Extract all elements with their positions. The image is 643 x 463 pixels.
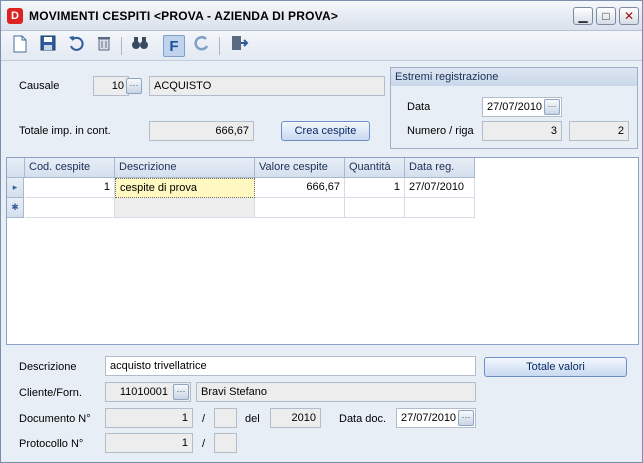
numero-riga-label: Numero / riga bbox=[407, 125, 474, 137]
estremi-title: Estremi registrazione bbox=[391, 68, 637, 86]
documento-slash: / bbox=[202, 413, 206, 425]
app-icon: D bbox=[7, 8, 23, 24]
descrizione-label: Descrizione bbox=[19, 361, 77, 373]
data-picker-button[interactable]: ··· bbox=[544, 99, 560, 115]
row-indicator[interactable]: ▸ bbox=[7, 178, 24, 198]
toolbar-separator bbox=[121, 37, 122, 55]
riga-field: 2 bbox=[569, 121, 629, 141]
del-label: del bbox=[245, 413, 260, 425]
exit-icon[interactable] bbox=[229, 35, 251, 57]
cespiti-grid: Cod. cespite Descrizione Valore cespite … bbox=[6, 157, 639, 345]
documento-label: Documento N° bbox=[19, 413, 91, 425]
save-icon[interactable] bbox=[37, 35, 59, 57]
column-header-data-reg[interactable]: Data reg. bbox=[405, 158, 475, 178]
protocollo-num-field[interactable]: 1 bbox=[105, 433, 193, 453]
cell-quantita[interactable]: 1 bbox=[345, 178, 405, 198]
causale-code-field[interactable]: 10 bbox=[93, 76, 129, 96]
column-header-descrizione[interactable]: Descrizione bbox=[115, 158, 255, 178]
undo-icon[interactable] bbox=[65, 35, 87, 57]
new-cell-data-reg[interactable] bbox=[405, 198, 475, 218]
crea-cespite-button[interactable]: Crea cespite bbox=[281, 121, 370, 141]
delete-icon[interactable] bbox=[93, 35, 115, 57]
data-doc-picker-button[interactable]: ··· bbox=[458, 410, 474, 426]
maximize-button[interactable]: □ bbox=[596, 7, 616, 25]
refresh-icon[interactable] bbox=[191, 35, 213, 57]
main-window: D MOVIMENTI CESPITI <PROVA - AZIENDA DI … bbox=[0, 0, 643, 463]
totale-label: Totale imp. in cont. bbox=[19, 125, 111, 137]
totale-field: 666,67 bbox=[149, 121, 254, 141]
column-header-valore[interactable]: Valore cespite bbox=[255, 158, 345, 178]
data-label: Data bbox=[407, 101, 431, 113]
new-cell-valore[interactable] bbox=[255, 198, 345, 218]
cliente-label: Cliente/Forn. bbox=[19, 387, 82, 399]
documento-num-field[interactable]: 1 bbox=[105, 408, 193, 428]
data-doc-label: Data doc. bbox=[339, 413, 387, 425]
close-button[interactable]: ✕ bbox=[619, 7, 639, 25]
new-cell-descrizione[interactable] bbox=[115, 198, 255, 218]
documento-anno-field[interactable]: 2010 bbox=[270, 408, 321, 428]
cliente-lookup-button[interactable]: ··· bbox=[173, 384, 189, 400]
new-row-indicator[interactable]: ✱ bbox=[7, 198, 24, 218]
causale-lookup-button[interactable]: ··· bbox=[126, 78, 142, 94]
window-title: MOVIMENTI CESPITI <PROVA - AZIENDA DI PR… bbox=[29, 9, 339, 23]
toolbar-separator bbox=[219, 37, 220, 55]
toolbar: F bbox=[1, 31, 642, 61]
cell-cod-cespite[interactable]: 1 bbox=[25, 178, 115, 198]
cell-descrizione[interactable]: cespite di prova bbox=[115, 178, 255, 198]
column-header-cod-cespite[interactable]: Cod. cespite bbox=[25, 158, 115, 178]
new-cell-cod-cespite[interactable] bbox=[25, 198, 115, 218]
documento-suffix-field[interactable] bbox=[214, 408, 237, 428]
new-document-icon[interactable] bbox=[9, 35, 31, 57]
grid-corner bbox=[7, 158, 25, 178]
column-header-quantita[interactable]: Quantità bbox=[345, 158, 405, 178]
numero-field: 3 bbox=[482, 121, 562, 141]
cell-valore[interactable]: 666,67 bbox=[255, 178, 345, 198]
descrizione-field[interactable]: acquisto trivellatrice bbox=[105, 356, 476, 376]
new-cell-quantita[interactable] bbox=[345, 198, 405, 218]
causale-description-field: ACQUISTO bbox=[149, 76, 385, 96]
title-bar: D MOVIMENTI CESPITI <PROVA - AZIENDA DI … bbox=[1, 1, 642, 31]
causale-label: Causale bbox=[19, 80, 60, 92]
minimize-button[interactable]: ▁ bbox=[573, 7, 593, 25]
search-icon[interactable] bbox=[129, 35, 151, 57]
cell-data-reg[interactable]: 27/07/2010 bbox=[405, 178, 475, 198]
protocollo-label: Protocollo N° bbox=[19, 438, 84, 450]
totale-valori-button[interactable]: Totale valori bbox=[484, 357, 627, 377]
filter-icon[interactable]: F bbox=[163, 35, 185, 57]
protocollo-slash: / bbox=[202, 438, 206, 450]
protocollo-suffix-field[interactable] bbox=[214, 433, 237, 453]
cliente-name-field: Bravi Stefano bbox=[196, 382, 476, 402]
